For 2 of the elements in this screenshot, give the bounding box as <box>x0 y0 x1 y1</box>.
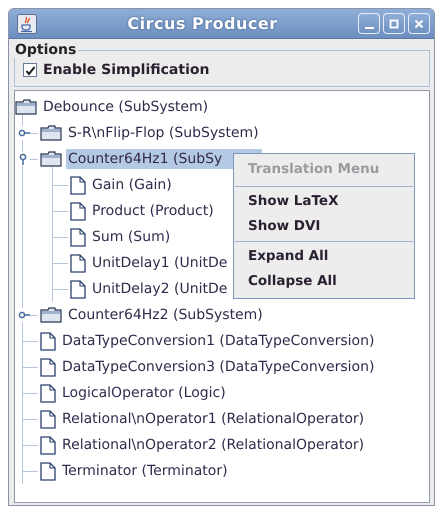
window-title: Circus Producer <box>126 14 279 33</box>
options-title: Options <box>14 42 78 58</box>
